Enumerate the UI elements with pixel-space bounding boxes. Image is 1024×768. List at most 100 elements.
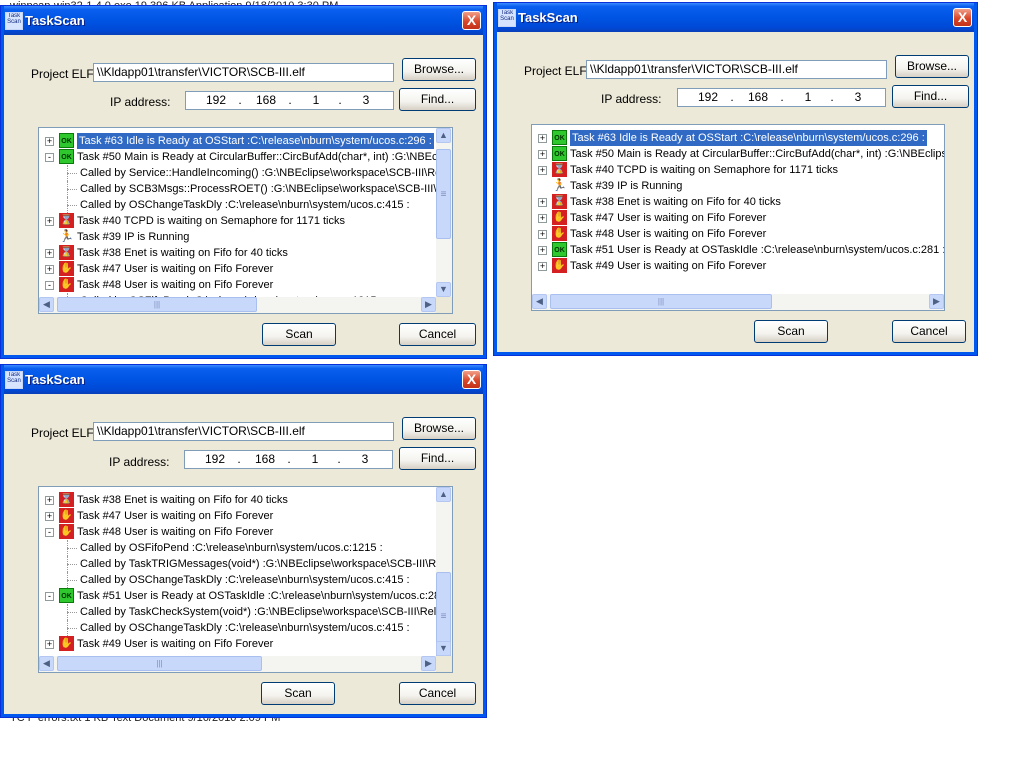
browse-button[interactable]: Browse... bbox=[402, 58, 476, 81]
horizontal-scrollbar[interactable]: ◀ ||| ▶ bbox=[532, 294, 944, 310]
collapse-toggle[interactable]: - bbox=[45, 592, 54, 601]
ip-octet[interactable]: 168 bbox=[248, 92, 284, 109]
task-row[interactable]: - OK Task #51 User is Ready at OSTaskIdle … bbox=[39, 588, 452, 604]
expand-toggle[interactable]: + bbox=[538, 230, 547, 239]
task-row[interactable]: 🏃 Task #39 IP is Running bbox=[532, 178, 944, 194]
task-row[interactable]: + OK Task #63 Idle is Ready at OSStart :C:… bbox=[39, 133, 452, 149]
scan-button[interactable]: Scan bbox=[261, 682, 335, 705]
project-elf-field[interactable]: \\Kldapp01\transfer\VICTOR\SCB-III.elf bbox=[586, 60, 887, 79]
expand-toggle[interactable]: + bbox=[538, 134, 547, 143]
browse-button[interactable]: Browse... bbox=[895, 55, 969, 78]
scroll-right-arrow-icon[interactable]: ▶ bbox=[421, 656, 436, 671]
cancel-button[interactable]: Cancel bbox=[399, 682, 476, 705]
expand-toggle[interactable]: + bbox=[538, 214, 547, 223]
call-stack-row[interactable]: Called by Service::HandleIncoming() :G:\… bbox=[39, 165, 452, 181]
ip-octet[interactable]: 1 bbox=[297, 451, 333, 468]
cancel-button[interactable]: Cancel bbox=[892, 320, 966, 343]
title-bar[interactable]: Task Scan TaskScan X bbox=[1, 6, 486, 35]
expand-toggle[interactable]: + bbox=[45, 512, 54, 521]
ip-address-field[interactable]: 192 . 168 . 1 . 3 bbox=[677, 88, 886, 107]
task-row[interactable]: + OK Task #50 Main is Ready at CircularBuf… bbox=[532, 146, 944, 162]
project-elf-field[interactable]: \\Kldapp01\transfer\VICTOR\SCB-III.elf bbox=[93, 422, 394, 441]
expand-toggle[interactable]: + bbox=[538, 262, 547, 271]
ip-address-field[interactable]: 192 . 168 . 1 . 3 bbox=[184, 450, 393, 469]
cancel-button[interactable]: Cancel bbox=[399, 323, 476, 346]
task-tree[interactable]: + OK Task #63 Idle is Ready at OSStart :C:… bbox=[531, 124, 945, 311]
call-stack-row[interactable]: Called by OSChangeTaskDly :C:\release\nb… bbox=[39, 620, 452, 636]
task-row[interactable]: + ⌛ Task #38 Enet is waiting on Fifo for 4… bbox=[39, 492, 452, 508]
scroll-left-arrow-icon[interactable]: ◀ bbox=[532, 294, 547, 309]
call-stack-row[interactable]: Called by TaskCheckSystem(void*) :G:\NBE… bbox=[39, 604, 452, 620]
vertical-scroll-thumb[interactable]: ≡ bbox=[436, 149, 451, 239]
scroll-left-arrow-icon[interactable]: ◀ bbox=[39, 297, 54, 312]
expand-toggle[interactable]: + bbox=[45, 640, 54, 649]
call-stack-row[interactable]: Called by OSChangeTaskDly :C:\release\nb… bbox=[39, 197, 452, 213]
find-button[interactable]: Find... bbox=[399, 88, 476, 111]
task-row[interactable]: + ✋ Task #49 User is waiting on Fifo Forev… bbox=[39, 636, 452, 652]
expand-toggle[interactable]: + bbox=[45, 265, 54, 274]
task-row[interactable]: - OK Task #50 Main is Ready at CircularBuf… bbox=[39, 149, 452, 165]
expand-toggle[interactable]: + bbox=[45, 217, 54, 226]
ip-octet[interactable]: 192 bbox=[197, 451, 233, 468]
ip-octet[interactable]: 3 bbox=[348, 92, 384, 109]
close-button[interactable]: X bbox=[462, 370, 481, 389]
ip-octet[interactable]: 3 bbox=[840, 89, 876, 106]
horizontal-scroll-thumb[interactable]: ||| bbox=[550, 294, 772, 309]
scroll-right-arrow-icon[interactable]: ▶ bbox=[929, 294, 944, 309]
ip-octet[interactable]: 1 bbox=[298, 92, 334, 109]
vertical-scrollbar[interactable]: ▲ ≡ ▼ bbox=[436, 487, 452, 660]
find-button[interactable]: Find... bbox=[892, 85, 969, 108]
expand-toggle[interactable]: + bbox=[538, 150, 547, 159]
title-bar[interactable]: Task Scan TaskScan X bbox=[494, 3, 977, 32]
call-stack-row[interactable]: Called by SCB3Msgs::ProcessROET() :G:\NB… bbox=[39, 181, 452, 197]
vertical-scrollbar[interactable]: ▲ ≡ ▼ bbox=[436, 128, 452, 297]
task-row[interactable]: - ✋ Task #48 User is waiting on Fifo Forev… bbox=[39, 277, 452, 293]
task-row[interactable]: + OK Task #63 Idle is Ready at OSStart :C:… bbox=[532, 130, 944, 146]
scroll-down-arrow-icon[interactable]: ▼ bbox=[436, 641, 451, 656]
scroll-left-arrow-icon[interactable]: ◀ bbox=[39, 656, 54, 671]
ip-octet[interactable]: 192 bbox=[198, 92, 234, 109]
ip-octet[interactable]: 3 bbox=[347, 451, 383, 468]
expand-toggle[interactable]: + bbox=[45, 137, 54, 146]
expand-toggle[interactable]: + bbox=[45, 496, 54, 505]
task-row[interactable]: + ✋ Task #47 User is waiting on Fifo Forev… bbox=[532, 210, 944, 226]
scroll-up-arrow-icon[interactable]: ▲ bbox=[436, 487, 451, 502]
project-elf-field[interactable]: \\Kldapp01\transfer\VICTOR\SCB-III.elf bbox=[93, 63, 394, 82]
task-row[interactable]: + ✋ Task #47 User is waiting on Fifo Forev… bbox=[39, 261, 452, 277]
task-row[interactable]: + ⌛ Task #38 Enet is waiting on Fifo for 4… bbox=[39, 245, 452, 261]
collapse-toggle[interactable]: - bbox=[45, 153, 54, 162]
task-row[interactable]: + OK Task #51 User is Ready at OSTaskIdle … bbox=[532, 242, 944, 258]
ip-octet[interactable]: 168 bbox=[247, 451, 283, 468]
horizontal-scroll-thumb[interactable]: ||| bbox=[57, 297, 257, 312]
close-button[interactable]: X bbox=[462, 11, 481, 30]
task-row[interactable]: + ⌛ Task #38 Enet is waiting on Fifo for 4… bbox=[532, 194, 944, 210]
task-row[interactable]: 🏃 Task #39 IP is Running bbox=[39, 229, 452, 245]
horizontal-scroll-thumb[interactable]: ||| bbox=[57, 656, 262, 671]
browse-button[interactable]: Browse... bbox=[402, 417, 476, 440]
task-row[interactable]: + ✋ Task #47 User is waiting on Fifo Forev… bbox=[39, 508, 452, 524]
ip-octet[interactable]: 1 bbox=[790, 89, 826, 106]
task-row[interactable]: + ✋ Task #49 User is waiting on Fifo Forev… bbox=[532, 258, 944, 274]
title-bar[interactable]: Task Scan TaskScan X bbox=[1, 365, 486, 394]
call-stack-row[interactable]: Called by TaskTRIGMessages(void*) :G:\NB… bbox=[39, 556, 452, 572]
ip-octet[interactable]: 168 bbox=[740, 89, 776, 106]
call-stack-row[interactable]: Called by OSChangeTaskDly :C:\release\nb… bbox=[39, 572, 452, 588]
close-button[interactable]: X bbox=[953, 8, 972, 27]
expand-toggle[interactable]: + bbox=[45, 249, 54, 258]
task-row[interactable]: + ⌛ Task #40 TCPD is waiting on Semaphore … bbox=[532, 162, 944, 178]
ip-address-field[interactable]: 192 . 168 . 1 . 3 bbox=[185, 91, 394, 110]
expand-toggle[interactable]: + bbox=[538, 198, 547, 207]
scroll-down-arrow-icon[interactable]: ▼ bbox=[436, 282, 451, 297]
ip-octet[interactable]: 192 bbox=[690, 89, 726, 106]
scroll-up-arrow-icon[interactable]: ▲ bbox=[436, 128, 451, 143]
expand-toggle[interactable]: + bbox=[538, 166, 547, 175]
horizontal-scrollbar[interactable]: ◀ ||| ▶ bbox=[39, 656, 436, 672]
scroll-right-arrow-icon[interactable]: ▶ bbox=[421, 297, 436, 312]
scan-button[interactable]: Scan bbox=[754, 320, 828, 343]
expand-toggle[interactable]: + bbox=[538, 246, 547, 255]
task-tree[interactable]: + OK Task #63 Idle is Ready at OSStart :C:… bbox=[38, 127, 453, 314]
horizontal-scrollbar[interactable]: ◀ ||| ▶ bbox=[39, 297, 436, 313]
collapse-toggle[interactable]: - bbox=[45, 528, 54, 537]
call-stack-row[interactable]: Called by OSFifoPend :C:\release\nburn\s… bbox=[39, 540, 452, 556]
scan-button[interactable]: Scan bbox=[262, 323, 336, 346]
